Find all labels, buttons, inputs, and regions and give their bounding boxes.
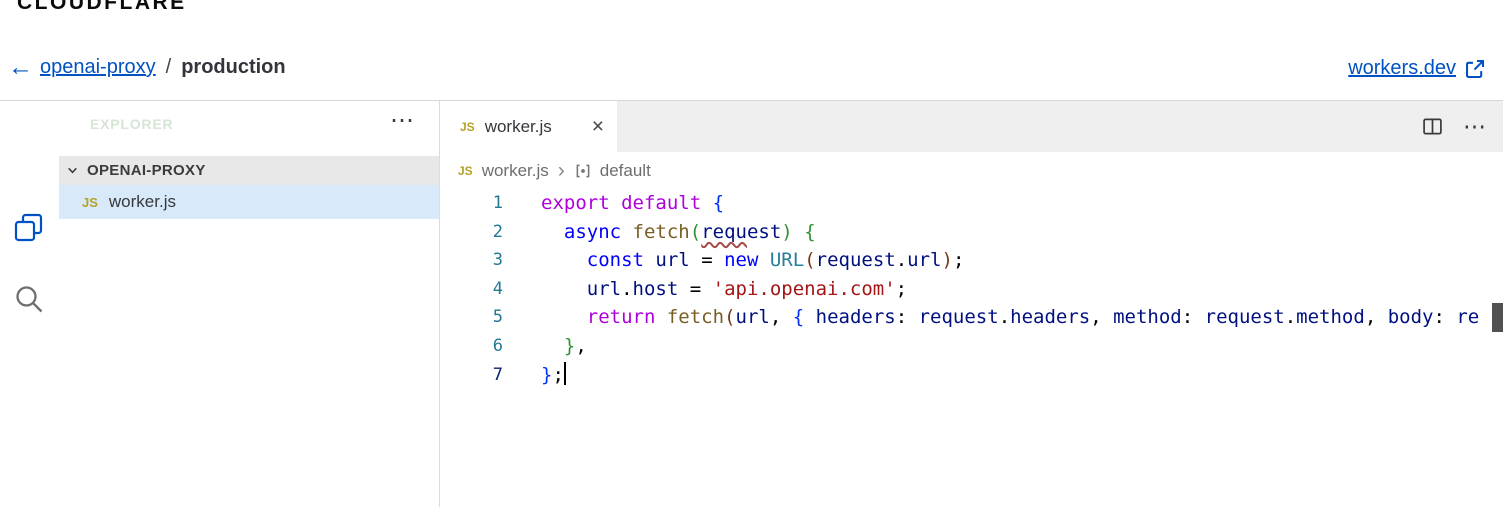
sidebar-section-openai-proxy[interactable]: OPENAI-PROXY <box>59 156 439 185</box>
code-line[interactable]: 1 export default { <box>441 189 1503 218</box>
explorer-title: EXPLORER <box>90 116 174 132</box>
split-editor-icon[interactable] <box>1422 116 1443 137</box>
line-number: 1 <box>492 193 503 213</box>
explorer-header: EXPLORER ⋯ <box>59 101 439 156</box>
chevron-right-icon: › <box>557 158 565 182</box>
line-number: 7 <box>492 364 503 385</box>
files-copy-icon[interactable] <box>13 212 45 244</box>
code-text: }, <box>563 334 587 357</box>
text-cursor <box>563 361 566 385</box>
line-number: 4 <box>492 278 503 299</box>
default-export-symbol-icon <box>574 162 592 180</box>
code-text: url.host = 'api.openai.com'; <box>586 277 908 300</box>
code-line[interactable]: 5 return fetch(url, { headers: request.h… <box>441 303 1503 332</box>
tab-label: worker.js <box>484 116 552 136</box>
section-label: OPENAI-PROXY <box>87 162 206 179</box>
line-number: 2 <box>492 221 503 242</box>
explorer-more-actions-icon[interactable]: ⋯ <box>390 106 415 135</box>
code-text: const url = new URL(request.url); <box>586 249 965 272</box>
search-icon[interactable] <box>13 283 45 315</box>
code-text: return fetch(url, { headers: request.hea… <box>586 306 1480 329</box>
editor-breadcrumbs: JS worker.js › default <box>441 152 1503 189</box>
chevron-down-icon <box>66 164 79 177</box>
code-text: export default { <box>541 192 725 214</box>
code-text: }; <box>541 361 566 386</box>
project-link[interactable]: openai-proxy <box>40 56 156 79</box>
explorer-sidebar: EXPLORER ⋯ OPENAI-PROXY JS worker.js <box>59 101 440 507</box>
code-line[interactable]: 2 async fetch(request) { <box>441 218 1503 247</box>
external-link-icon[interactable] <box>1464 58 1486 80</box>
workers-dev-link[interactable]: workers.dev <box>1348 57 1456 80</box>
file-name: worker.js <box>108 192 176 211</box>
editor-pane: JS worker.js × ⋯ JS worker.js › default <box>441 101 1503 507</box>
line-number: 5 <box>492 307 503 328</box>
breadcrumb: ← openai-proxy / production <box>8 55 286 80</box>
cloudflare-logo: CLOUDFLARE <box>17 0 187 14</box>
editor-actions: ⋯ <box>1422 101 1487 152</box>
breadcrumb-file[interactable]: worker.js <box>482 161 549 181</box>
activity-bar <box>0 101 59 507</box>
workers-dev-link-group: workers.dev <box>1348 57 1486 80</box>
code-line[interactable]: 3 const url = new URL(request.url); <box>441 246 1503 275</box>
code-text: async fetch(request) { <box>563 220 816 243</box>
breadcrumb-symbol[interactable]: default <box>600 161 651 181</box>
file-item-worker-js[interactable]: JS worker.js <box>59 185 439 219</box>
back-arrow-icon[interactable]: ← <box>8 55 33 80</box>
code-line[interactable]: 4 url.host = 'api.openai.com'; <box>441 275 1503 304</box>
code-lines[interactable]: 1 export default { 2 async fetch(request) … <box>441 189 1503 389</box>
more-actions-icon[interactable]: ⋯ <box>1463 113 1487 140</box>
breadcrumb-separator: / <box>165 56 172 78</box>
code-line[interactable]: 7}; <box>441 361 1503 390</box>
scrollbar-thumb[interactable] <box>1492 303 1503 332</box>
js-file-icon: JS <box>82 194 98 210</box>
js-file-icon: JS <box>460 119 475 134</box>
js-file-icon: JS <box>458 163 473 178</box>
close-icon[interactable]: × <box>592 116 604 137</box>
line-number: 3 <box>492 250 503 271</box>
line-number: 6 <box>492 335 503 356</box>
editor-tab-bar: JS worker.js × ⋯ <box>441 101 1503 152</box>
environment-name: production <box>181 56 286 78</box>
tab-worker-js[interactable]: JS worker.js × <box>441 101 617 152</box>
top-nav-bar: ← openai-proxy / production workers.dev <box>0 44 1503 101</box>
code-line[interactable]: 6 }, <box>441 332 1503 361</box>
